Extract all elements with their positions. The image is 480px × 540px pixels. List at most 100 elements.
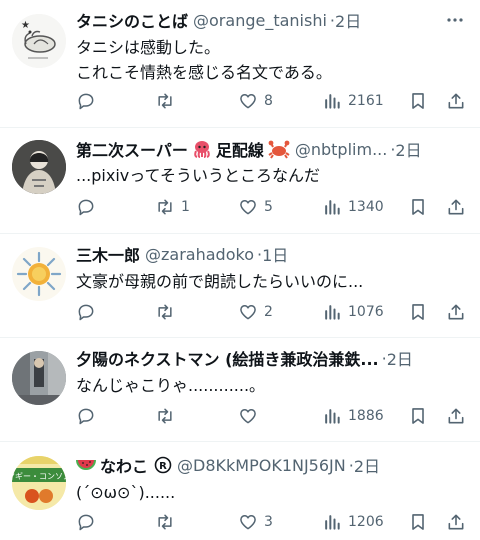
heart-icon — [240, 409, 256, 424]
views-chart-icon — [325, 94, 340, 109]
bookmark-button[interactable] — [408, 194, 428, 220]
views-button[interactable]: 1340 — [322, 194, 384, 220]
retweet-button[interactable] — [155, 88, 181, 114]
like-count: 5 — [264, 199, 273, 215]
like-button[interactable]: 3 — [238, 509, 273, 535]
user-handle[interactable]: @zarahadoko — [145, 245, 254, 264]
heart-icon — [240, 94, 256, 109]
timestamp[interactable]: 2日 — [335, 8, 361, 32]
share-icon — [448, 199, 464, 215]
timestamp[interactable]: 2日 — [395, 137, 421, 161]
sun-icon — [12, 247, 66, 301]
tweet-feed: ★ タニシのことば @orange_tanishi · 2日 タニシは感動した。… — [0, 0, 480, 540]
avatar[interactable]: マギー・コンソメ — [12, 456, 66, 510]
reply-button[interactable] — [76, 509, 102, 535]
tweet-header: 夕陽のネクストマン (絵描き兼政治兼鉄... · 2日 — [76, 346, 466, 370]
tweet-header: タニシのことば @orange_tanishi · 2日 — [76, 8, 466, 32]
tweet-header: なわこ R @D8KkMPOK1NJ56JN · 2日 — [76, 453, 466, 477]
svg-text:★: ★ — [21, 20, 30, 31]
tweet[interactable]: 第二次スーパー 足配線 @nbtplim... · 2日 ...pixivってそ… — [0, 128, 480, 234]
tweet-text: (´⊙ω⊙`)...... — [76, 483, 176, 502]
views-count: 1076 — [348, 304, 384, 320]
tweet[interactable]: ★ タニシのことば @orange_tanishi · 2日 タニシは感動した。… — [0, 0, 480, 128]
display-name[interactable]: 夕陽のネクストマン (絵描き兼政治兼鉄... — [76, 346, 379, 370]
share-icon — [448, 408, 464, 424]
timestamp[interactable]: 1日 — [262, 242, 288, 266]
tweet[interactable]: 三木一郎 @zarahadoko · 1日 文豪が母親の前で朗読したらいいのに.… — [0, 234, 480, 338]
display-name-suffix[interactable]: 足配線 — [216, 137, 264, 161]
reply-icon — [78, 514, 94, 531]
more-options-icon[interactable] — [444, 9, 466, 31]
share-button[interactable] — [446, 299, 466, 325]
retweet-icon — [158, 514, 172, 530]
views-button[interactable]: 1206 — [322, 509, 384, 535]
svg-text:R: R — [159, 461, 167, 472]
avatar[interactable] — [12, 247, 66, 301]
views-chart-icon — [325, 515, 340, 530]
retweet-button[interactable] — [155, 403, 181, 429]
avatar[interactable] — [12, 140, 66, 194]
retweet-icon — [158, 304, 172, 320]
tweet-text: なんじゃこりゃ............。 — [76, 376, 266, 395]
tweet[interactable]: 夕陽のネクストマン (絵描き兼政治兼鉄... · 2日 なんじゃこりゃ.....… — [0, 338, 480, 442]
like-count: 3 — [264, 514, 273, 530]
bookmark-button[interactable] — [408, 299, 428, 325]
octopus-emoji — [192, 139, 212, 159]
retweet-button[interactable] — [155, 509, 181, 535]
bookmark-button[interactable] — [408, 88, 428, 114]
reply-icon — [78, 199, 94, 216]
heart-icon — [240, 305, 256, 320]
views-chart-icon — [325, 409, 340, 424]
retweet-button[interactable] — [155, 299, 181, 325]
display-name[interactable]: 三木一郎 — [76, 242, 140, 266]
like-button[interactable]: 8 — [238, 88, 273, 114]
timestamp[interactable]: 2日 — [387, 346, 413, 370]
action-bar: 2 1076 — [70, 299, 470, 325]
user-handle[interactable]: @orange_tanishi — [193, 11, 327, 30]
user-handle[interactable]: @nbtplim... — [295, 140, 387, 159]
reply-icon — [78, 93, 94, 110]
action-bar: 1886 — [70, 403, 470, 429]
avatar[interactable] — [12, 351, 66, 405]
user-handle[interactable]: @D8KkMPOK1NJ56JN — [177, 456, 346, 475]
views-button[interactable]: 1886 — [322, 403, 384, 429]
avatar[interactable]: ★ — [12, 14, 66, 68]
reply-button[interactable] — [76, 88, 102, 114]
like-button[interactable]: 2 — [238, 299, 273, 325]
bookmark-icon — [412, 93, 424, 109]
share-button[interactable] — [446, 403, 466, 429]
display-name[interactable]: なわこ — [100, 453, 148, 477]
registered-icon: R — [154, 456, 172, 474]
views-count: 2161 — [348, 93, 384, 109]
food-package-icon: マギー・コンソメ — [12, 456, 66, 510]
retweet-count: 1 — [181, 199, 190, 215]
like-button[interactable] — [238, 403, 264, 429]
bookmark-icon — [412, 199, 424, 215]
action-bar: 8 2161 — [70, 88, 470, 114]
display-name[interactable]: 第二次スーパー — [76, 137, 188, 161]
tweet[interactable]: マギー・コンソメ なわこ R @D8KkMPOK1NJ56JN · 2日 (´⊙… — [0, 442, 480, 540]
views-chart-icon — [325, 305, 340, 320]
like-button[interactable]: 5 — [238, 194, 273, 220]
retweet-icon — [158, 93, 172, 109]
bookmark-button[interactable] — [408, 509, 428, 535]
snail-drawing-icon: ★ — [12, 14, 66, 68]
bookmark-icon — [412, 408, 424, 424]
share-button[interactable] — [446, 194, 466, 220]
tweet-text: タニシは感動した。 これこそ情熱を感じる名文である。 — [76, 38, 332, 82]
views-button[interactable]: 1076 — [322, 299, 384, 325]
retweet-button[interactable]: 1 — [155, 194, 190, 220]
bookmark-button[interactable] — [408, 403, 428, 429]
views-button[interactable]: 2161 — [322, 88, 384, 114]
reply-button[interactable] — [76, 194, 102, 220]
reply-button[interactable] — [76, 403, 102, 429]
avatar-brand-text: マギー・コンソメ — [12, 472, 66, 481]
share-button[interactable] — [446, 88, 466, 114]
share-button[interactable] — [446, 509, 466, 535]
bookmark-icon — [412, 304, 424, 320]
crab-emoji — [268, 139, 290, 159]
display-name[interactable]: タニシのことば — [76, 8, 188, 32]
portrait-photo-icon — [12, 140, 66, 194]
reply-button[interactable] — [76, 299, 102, 325]
timestamp[interactable]: 2日 — [354, 453, 380, 477]
